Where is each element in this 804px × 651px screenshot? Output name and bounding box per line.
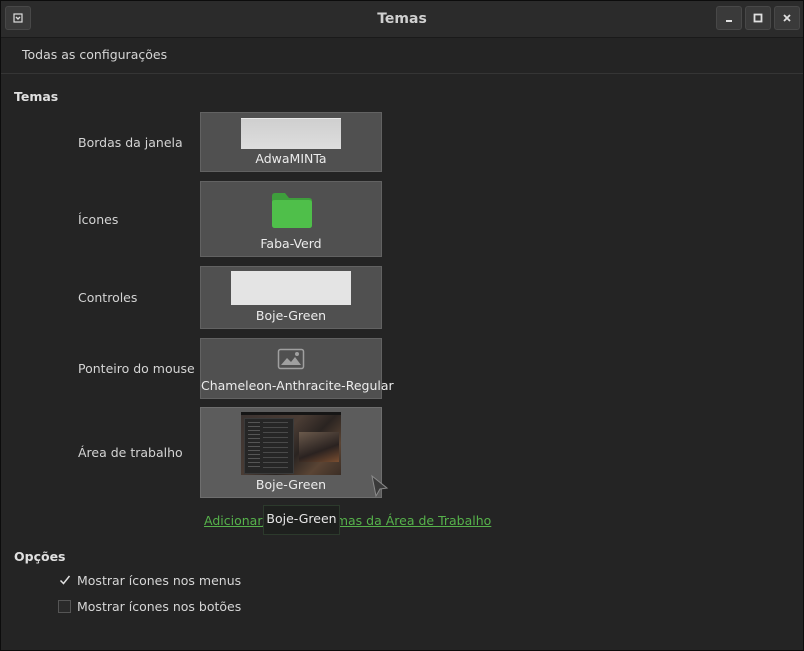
menu-bar: Todas as configurações bbox=[1, 38, 803, 74]
mouse-pointer-label: Ponteiro do mouse bbox=[78, 361, 195, 376]
desktop-theme-name: Boje-Green bbox=[255, 477, 327, 492]
controls-theme-button[interactable]: Boje-Green bbox=[200, 266, 382, 329]
controls-theme-name: Boje-Green bbox=[255, 308, 327, 323]
controls-label: Controles bbox=[78, 290, 138, 305]
settings-window: Temas Todas as configurações Temas Borda… bbox=[0, 0, 804, 651]
window-borders-theme-button[interactable]: AdwaMINTa bbox=[200, 112, 382, 172]
maximize-icon bbox=[753, 13, 763, 23]
close-button[interactable] bbox=[774, 6, 800, 30]
show-button-icons-label: Mostrar ícones nos botões bbox=[77, 598, 242, 614]
minimize-icon bbox=[726, 20, 732, 22]
window-borders-label: Bordas da janela bbox=[78, 135, 183, 150]
minimize-button[interactable] bbox=[716, 6, 742, 30]
show-button-icons-row[interactable]: Mostrar ícones nos botões bbox=[58, 598, 241, 614]
themes-section-title: Temas bbox=[14, 89, 59, 104]
desktop-theme-button[interactable]: Boje-Green bbox=[200, 407, 382, 498]
controls-preview bbox=[231, 271, 351, 305]
checkmark-icon bbox=[59, 575, 70, 585]
all-settings-button[interactable]: Todas as configurações bbox=[22, 47, 167, 62]
options-section-title: Opções bbox=[14, 549, 66, 564]
window-borders-theme-name: AdwaMINTa bbox=[255, 151, 327, 166]
theme-tooltip: Boje-Green bbox=[263, 505, 340, 535]
show-menu-icons-row[interactable]: Mostrar ícones nos menus bbox=[58, 572, 241, 588]
mouse-pointer-theme-button[interactable]: Chameleon-Anthracite-Regular bbox=[200, 338, 394, 399]
icons-label: Ícones bbox=[78, 212, 119, 227]
image-placeholder-icon bbox=[277, 348, 305, 370]
icons-theme-button[interactable]: Faba-Verd bbox=[200, 181, 382, 257]
add-remove-desktop-themes-link[interactable]: Adicionar/remover temas da Área de Traba… bbox=[204, 513, 491, 528]
title-bar: Temas bbox=[1, 1, 803, 38]
mouse-pointer-icon bbox=[371, 474, 389, 498]
show-button-icons-checkbox[interactable] bbox=[58, 599, 71, 613]
desktop-label: Área de trabalho bbox=[78, 445, 183, 460]
icons-theme-name: Faba-Verd bbox=[260, 236, 322, 251]
window-borders-preview bbox=[241, 118, 341, 149]
window-title: Temas bbox=[377, 11, 427, 27]
show-menu-icons-checkbox[interactable] bbox=[58, 574, 71, 587]
close-icon bbox=[783, 14, 791, 22]
folder-icon bbox=[272, 193, 312, 228]
maximize-button[interactable] bbox=[745, 6, 771, 30]
desktop-preview bbox=[241, 412, 341, 475]
show-menu-icons-label: Mostrar ícones nos menus bbox=[77, 572, 242, 588]
mouse-pointer-theme-name: Chameleon-Anthracite-Regular bbox=[201, 378, 394, 393]
